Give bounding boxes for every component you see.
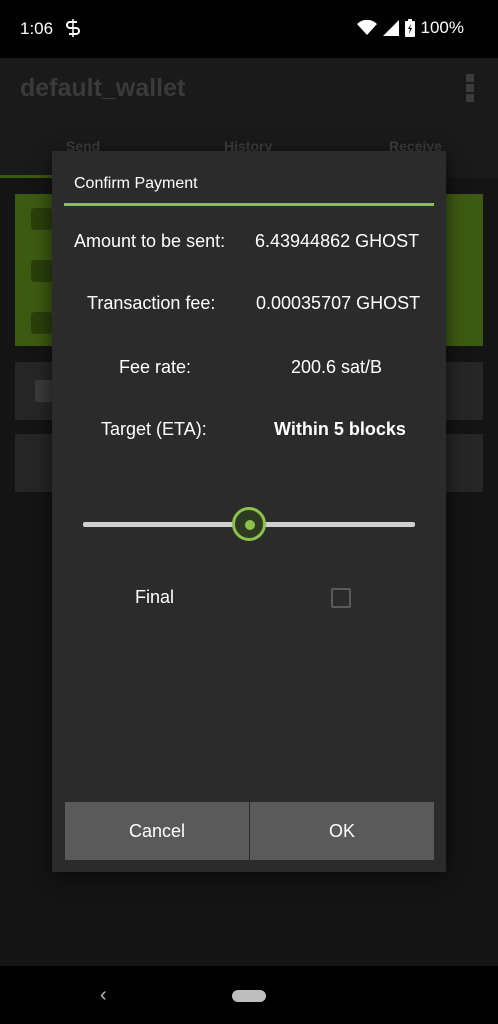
- battery-icon: [404, 19, 415, 37]
- status-icons: 100%: [356, 18, 464, 38]
- status-bar: 1:06 100%: [0, 0, 498, 58]
- nav-bar: ‹: [0, 966, 498, 1024]
- status-time: 1:06: [20, 19, 54, 38]
- cancel-button[interactable]: Cancel: [65, 802, 249, 860]
- globe-icon: [31, 208, 53, 230]
- dialog-divider: [64, 203, 434, 206]
- wifi-icon: [356, 20, 377, 35]
- slider-thumb[interactable]: [232, 507, 266, 541]
- home-pill[interactable]: [232, 990, 266, 1002]
- s-icon: [66, 19, 80, 37]
- app-bar: default_wallet: [0, 58, 498, 118]
- app-title: default_wallet: [20, 74, 186, 102]
- overflow-menu-icon[interactable]: [466, 74, 474, 102]
- fee-value: 0.00035707 GHOST: [256, 293, 421, 313]
- fee-rate-label: Fee rate:: [119, 357, 192, 377]
- calculator-icon: [31, 260, 53, 282]
- pencil-icon: [31, 312, 53, 334]
- back-icon[interactable]: ‹: [100, 984, 107, 1007]
- fee-slider[interactable]: [83, 507, 415, 541]
- signal-icon: [382, 20, 399, 36]
- amount-label: Amount to be sent:: [74, 231, 226, 251]
- fee-rate-value: 200.6 sat/B: [291, 357, 383, 377]
- fee-label: Transaction fee:: [87, 293, 216, 313]
- tab-indicator: [0, 175, 52, 178]
- target-value: Within 5 blocks: [274, 419, 406, 439]
- final-label: Final: [135, 587, 175, 607]
- battery-percent: 100%: [420, 18, 464, 37]
- confirm-payment-dialog: Confirm Payment Amount to be sent: 6.439…: [52, 151, 446, 872]
- target-label: Target (ETA):: [101, 419, 207, 439]
- final-checkbox[interactable]: [331, 588, 351, 608]
- ok-button[interactable]: OK: [250, 802, 434, 860]
- dialog-title: Confirm Payment: [74, 175, 198, 192]
- amount-value: 6.43944862 GHOST: [255, 231, 420, 251]
